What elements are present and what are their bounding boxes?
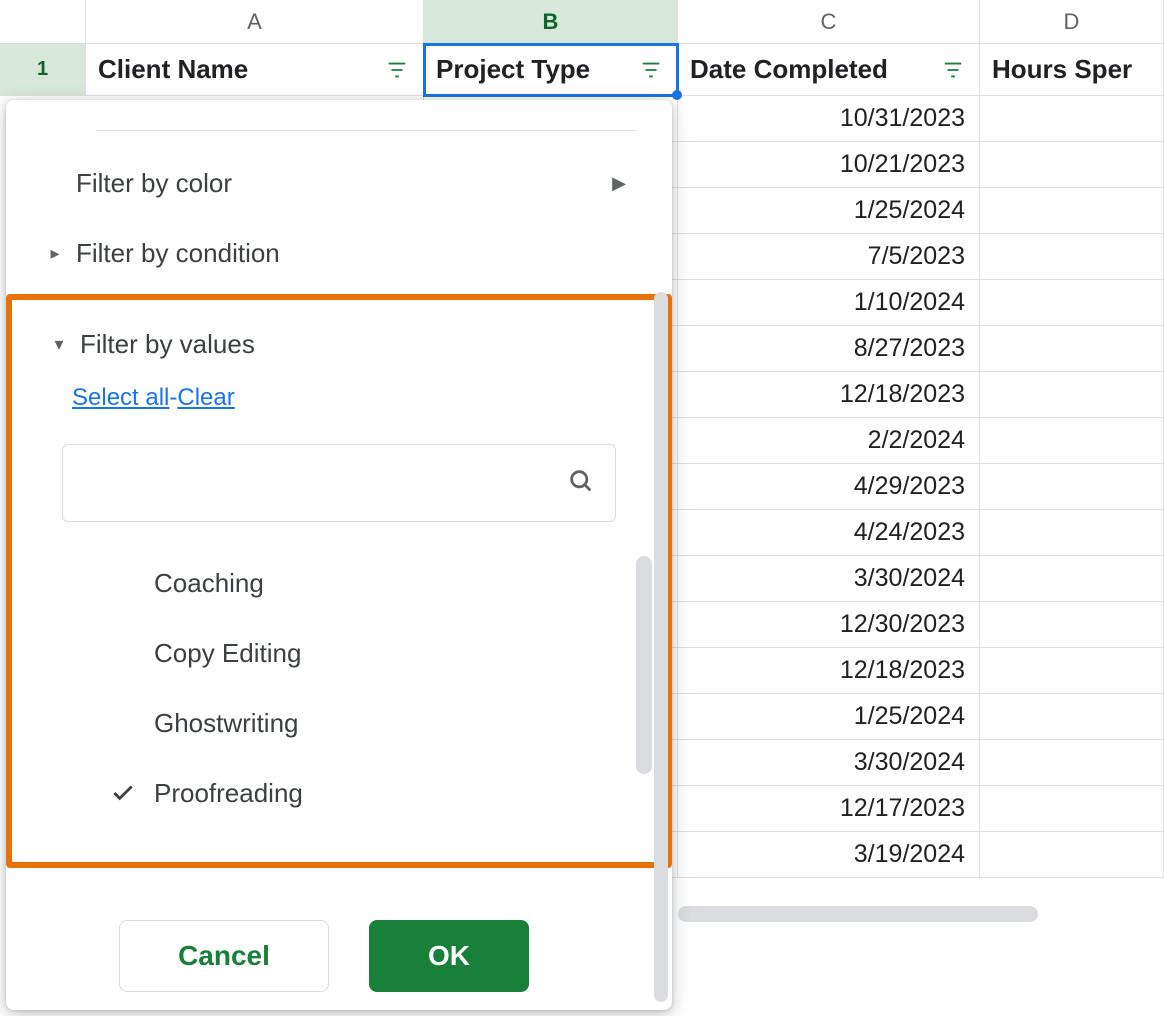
filter-value-item[interactable]: Copy Editing [110,618,644,688]
data-cell[interactable] [980,234,1164,280]
data-cell[interactable]: 12/17/2023 [678,786,980,832]
col-header-A[interactable]: A [86,0,424,44]
data-cell[interactable] [980,602,1164,648]
header-label: Date Completed [690,54,888,85]
col-header-B[interactable]: B [424,0,678,44]
data-cell[interactable]: 10/21/2023 [678,142,980,188]
data-cell[interactable] [980,694,1164,740]
check-icon [110,780,154,806]
filter-by-values-row[interactable]: ▾ Filter by values [34,314,644,374]
filter-value-label: Proofreading [154,778,303,809]
divider [96,130,636,131]
row-header-1[interactable]: 1 [0,44,86,96]
data-cell[interactable] [980,326,1164,372]
scrollbar-thumb[interactable] [678,906,1038,922]
values-scrollbar[interactable] [636,556,652,778]
data-cell[interactable]: 1/25/2024 [678,694,980,740]
search-icon [567,467,595,500]
menu-label: Filter by color [76,168,232,199]
data-cell[interactable] [980,280,1164,326]
filter-value-label: Coaching [154,568,264,599]
select-all-link[interactable]: Select all [72,384,169,411]
data-cell[interactable] [980,372,1164,418]
filter-buttons: Cancel OK [6,920,642,992]
header-label: Hours Sper [992,54,1132,85]
data-cell[interactable] [980,786,1164,832]
data-cell[interactable] [980,142,1164,188]
data-cell[interactable]: 3/19/2024 [678,832,980,878]
data-cell[interactable]: 3/30/2024 [678,740,980,786]
caret-down-icon: ▾ [44,334,74,355]
data-cell[interactable]: 2/2/2024 [678,418,980,464]
filter-icon[interactable] [939,56,967,84]
header-cell-hours-spent[interactable]: Hours Sper [980,44,1164,96]
data-cell[interactable] [980,556,1164,602]
header-label: Project Type [436,54,590,85]
data-cell[interactable] [980,510,1164,556]
filter-dropdown-panel: Filter by color ▶ ▸ Filter by condition … [6,100,672,1010]
data-cell[interactable] [980,96,1164,142]
data-cell[interactable]: 12/18/2023 [678,372,980,418]
filter-value-item[interactable]: Ghostwriting [110,688,644,758]
filter-value-label: Ghostwriting [154,708,299,739]
caret-right-icon: ▸ [40,243,70,264]
filter-value-label: Copy Editing [154,638,301,669]
header-label: Client Name [98,54,248,85]
panel-scrollbar[interactable] [654,292,668,1002]
filter-search-box[interactable] [62,444,616,522]
cancel-button[interactable]: Cancel [119,920,329,992]
menu-label: Filter by condition [76,238,280,269]
corner-cell [0,0,86,44]
data-cell[interactable]: 12/18/2023 [678,648,980,694]
scrollbar-thumb[interactable] [636,556,652,774]
col-header-C[interactable]: C [678,0,980,44]
scrollbar-thumb[interactable] [654,292,668,1002]
filter-value-list: Coaching Copy Editing Ghostwriting Proofrea… [34,542,644,828]
filter-icon[interactable] [383,56,411,84]
menu-label: Filter by values [80,329,255,360]
data-cell[interactable] [980,740,1164,786]
data-cell[interactable]: 8/27/2023 [678,326,980,372]
chevron-right-icon: ▶ [612,173,626,194]
filter-by-values-section: ▾ Filter by values Select all-Clear Coac… [6,294,672,868]
horizontal-scrollbar[interactable] [678,906,1038,922]
filter-by-condition-row[interactable]: ▸ Filter by condition [6,218,672,288]
filter-search-input[interactable] [83,468,567,498]
data-cell[interactable] [980,648,1164,694]
data-cell[interactable]: 4/29/2023 [678,464,980,510]
data-cell[interactable]: 10/31/2023 [678,96,980,142]
filter-by-color-row[interactable]: Filter by color ▶ [6,148,672,218]
filter-icon[interactable] [637,56,665,84]
clear-link[interactable]: Clear [177,384,234,411]
data-cell[interactable]: 3/30/2024 [678,556,980,602]
data-cell[interactable] [980,832,1164,878]
header-cell-client-name[interactable]: Client Name [86,44,424,96]
header-cell-date-completed[interactable]: Date Completed [678,44,980,96]
filter-value-item[interactable]: Proofreading [110,758,644,828]
data-cell[interactable] [980,418,1164,464]
col-header-D[interactable]: D [980,0,1164,44]
header-cell-project-type[interactable]: Project Type [424,44,678,96]
filter-value-item[interactable]: Coaching [110,548,644,618]
select-all-clear-links: Select all-Clear [34,374,644,434]
data-cell[interactable]: 7/5/2023 [678,234,980,280]
data-cell[interactable]: 4/24/2023 [678,510,980,556]
data-cell[interactable] [980,188,1164,234]
data-cell[interactable] [980,464,1164,510]
ok-button[interactable]: OK [369,920,529,992]
data-cell[interactable]: 12/30/2023 [678,602,980,648]
data-cell[interactable]: 1/25/2024 [678,188,980,234]
data-cell[interactable]: 1/10/2024 [678,280,980,326]
